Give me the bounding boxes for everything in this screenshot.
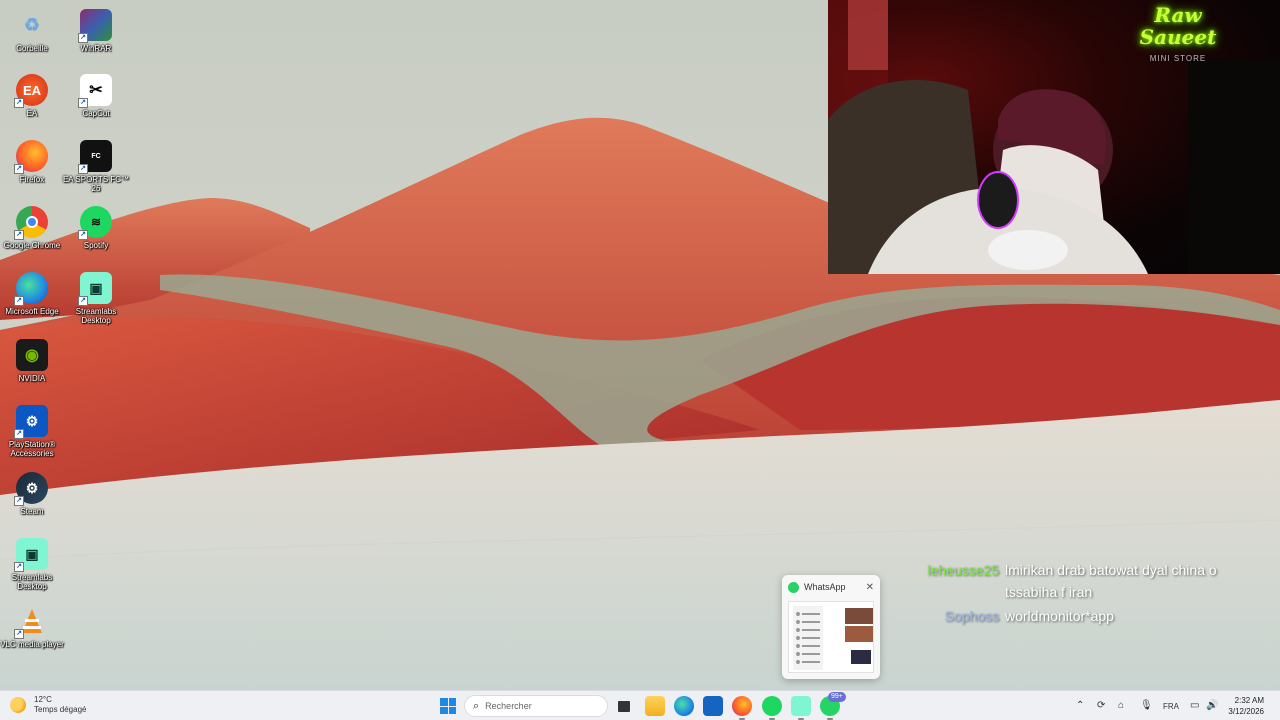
taskbar-clock[interactable]: 2:32 AM 3/12/2026	[1228, 695, 1264, 717]
chrome-icon: ↗	[14, 206, 48, 240]
display-icon[interactable]: ▭	[1190, 700, 1199, 711]
whatsapp-unread-badge: 99+	[828, 692, 846, 702]
file-explorer-icon[interactable]	[645, 696, 665, 716]
desktop-icon-ea-sports-fc[interactable]: FC ↗ EA SPORTS FC™ 26	[63, 140, 129, 202]
desktop-icon-capcut[interactable]: ✂ ↗ CapCut	[63, 74, 129, 136]
spotify-icon[interactable]	[762, 696, 782, 716]
windows-logo-pane	[448, 698, 456, 706]
whatsapp-taskbar-preview[interactable]: WhatsApp ✕	[782, 575, 880, 679]
sync-icon[interactable]: ⟳	[1097, 700, 1105, 711]
winrar-icon: ↗	[78, 9, 112, 43]
microphone-icon[interactable]: 🎙	[1140, 700, 1153, 711]
search-icon: ⌕	[473, 699, 480, 712]
desktop-icon-label: Microsoft Edge	[5, 307, 59, 316]
neon-sign-main: Raw Saueet	[1139, 3, 1217, 49]
chat-message-text: tssabiha f iran	[1005, 584, 1093, 600]
desktop-icon-label: Google Chrome	[3, 241, 61, 250]
whatsapp-preview-title: WhatsApp	[804, 582, 846, 592]
vlc-icon: ↗	[14, 605, 48, 639]
clock-date: 3/12/2026	[1228, 707, 1264, 716]
desktop-icon-chrome[interactable]: ↗ Google Chrome	[0, 206, 65, 268]
weather-widget[interactable]: 12°C Temps dégagé	[10, 695, 86, 715]
playstation-accessories-icon: ⚙ ↗	[14, 405, 48, 439]
edge-icon: ↗	[14, 272, 48, 306]
desktop-icon-label: Corbeille	[16, 44, 48, 53]
volume-icon[interactable]: 🔊	[1206, 700, 1218, 711]
steam-icon: ⚙ ↗	[14, 472, 48, 506]
desktop-icon-label: Steam	[20, 507, 44, 516]
desktop-icon-steam[interactable]: ⚙ ↗ Steam	[0, 472, 65, 534]
desktop-icon-label: CapCut	[82, 109, 110, 118]
neon-sign-sub: MINI STORE	[1149, 54, 1207, 63]
start-button[interactable]	[440, 698, 456, 714]
desktop-icon-label: EA SPORTS FC™ 26	[62, 175, 130, 193]
windows-logo-icon	[440, 698, 448, 706]
desktop-icon-label: NVIDIA	[18, 374, 46, 383]
desktop-icon-label: Streamlabs Desktop	[75, 307, 117, 325]
streamlabs-icon: ▣ ↗	[14, 538, 48, 572]
desktop-icon-ea[interactable]: EA ↗ EA	[0, 74, 65, 136]
desktop-icon-label: PlayStation® Accessories	[8, 440, 56, 458]
close-icon[interactable]: ✕	[866, 582, 874, 593]
nvidia-icon: ◉	[16, 339, 48, 371]
search-placeholder: Rechercher	[485, 701, 532, 711]
chat-message-text: lmirikan drab batowat dyal china o	[1005, 562, 1217, 578]
desktop-icon-nvidia[interactable]: ◉ NVIDIA	[0, 339, 65, 401]
desktop-icon-label: EA	[26, 109, 38, 118]
chat-message-text: worldmonitor*app	[1005, 608, 1114, 624]
desktop-icon-firefox[interactable]: ↗ Firefox	[0, 140, 65, 202]
spotify-icon: ≋ ↗	[78, 206, 112, 240]
ea-sports-fc-icon: FC ↗	[78, 140, 112, 174]
desktop-icon-recycle-bin[interactable]: ♻ Corbeille	[0, 9, 65, 71]
recycle-bin-icon: ♻	[23, 14, 41, 35]
capcut-icon: ✂ ↗	[78, 74, 112, 108]
windows-logo-pane	[440, 706, 448, 714]
desktop-icon-streamlabs[interactable]: ▣ ↗ Streamlabs Desktop	[63, 272, 129, 334]
firefox-icon[interactable]	[732, 696, 752, 716]
chat-username: Sophoss	[944, 608, 999, 624]
whatsapp-preview-thumbnail[interactable]	[788, 601, 874, 673]
taskbar-search[interactable]: ⌕ Rechercher	[464, 695, 608, 717]
whatsapp-preview-header: WhatsApp ✕	[782, 575, 880, 599]
neon-sign: Raw Saueet MINI STORE	[1118, 3, 1238, 63]
desktop-icon-label: WinRAR	[80, 44, 112, 53]
store-icon[interactable]	[703, 696, 723, 716]
chevron-up-icon[interactable]: ⌃	[1076, 700, 1084, 711]
weather-text: 12°C Temps dégagé	[34, 695, 86, 715]
clock-time: 2:32 AM	[1234, 696, 1264, 705]
desktop-icon-edge[interactable]: ↗ Microsoft Edge	[0, 272, 65, 334]
desktop-icon-label: Firefox	[19, 175, 45, 184]
weather-temp: 12°C	[34, 695, 52, 704]
desktop-icon-label: Streamlabs Desktop	[11, 573, 53, 591]
language-indicator[interactable]: FRA	[1163, 702, 1179, 711]
streamlabs-icon[interactable]	[791, 696, 811, 716]
taskbar: 12°C Temps dégagé ⌕ Rechercher 99+ ⌃ ⟳ ⌂…	[0, 690, 1280, 720]
weather-desc: Temps dégagé	[34, 705, 87, 714]
ea-icon: EA ↗	[14, 74, 48, 108]
task-view-icon[interactable]	[614, 696, 634, 716]
desktop-icon-vlc[interactable]: ↗ VLC media player	[0, 605, 65, 667]
desktop-icon-spotify[interactable]: ≋ ↗ Spotify	[63, 206, 129, 268]
network-icon[interactable]: ⌂	[1118, 700, 1124, 711]
desktop-icon-label: VLC media player	[0, 640, 64, 649]
windows-logo-pane	[448, 706, 456, 714]
desktop-icon-winrar[interactable]: ↗ WinRAR	[63, 9, 129, 71]
desktop-icon-playstation-accessories[interactable]: ⚙ ↗ PlayStation® Accessories	[0, 405, 65, 467]
moon-weather-icon	[10, 697, 26, 713]
desktop-icon-streamlabs-2[interactable]: ▣ ↗ Streamlabs Desktop	[0, 538, 65, 600]
chat-username: leheusse25	[927, 562, 999, 578]
edge-icon[interactable]	[674, 696, 694, 716]
streamlabs-icon: ▣ ↗	[78, 272, 112, 306]
whatsapp-icon	[788, 581, 799, 593]
firefox-icon: ↗	[14, 140, 48, 174]
desktop-icon-label: Spotify	[83, 241, 109, 250]
